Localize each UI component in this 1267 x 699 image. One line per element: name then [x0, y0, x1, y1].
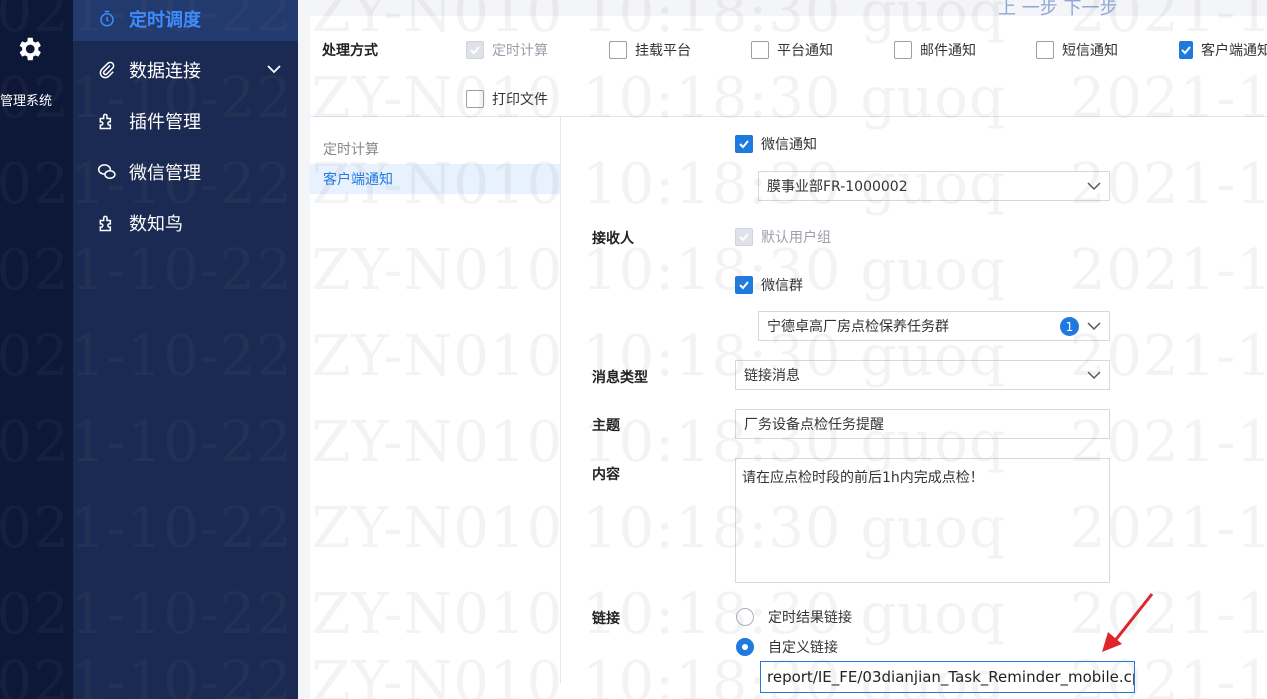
sidebar-item-label: 微信管理 [129, 163, 201, 184]
count-badge: 1 [1060, 317, 1079, 336]
chevron-down-icon[interactable] [266, 61, 282, 77]
subnav-item-timed-calc[interactable]: 定时计算 [310, 134, 560, 164]
checkbox-box [735, 276, 753, 294]
subject-input[interactable]: 厂务设备点检任务提醒 [735, 409, 1110, 439]
sidebar-item-label: 数据连接 [129, 61, 201, 82]
chevron-down-icon [1087, 371, 1101, 380]
checkbox-box [1179, 41, 1193, 59]
sidebar-item-shuzhiniao[interactable]: 数知鸟 [73, 201, 298, 245]
department-select[interactable]: 膜事业部FR-1000002 [758, 171, 1110, 201]
gear-icon[interactable] [14, 34, 44, 64]
sidebar-item-schedule[interactable]: 定时调度 [73, 0, 298, 41]
checkbox-box [735, 135, 753, 153]
puzzle-icon [97, 111, 117, 131]
processing-label: 处理方式 [322, 43, 378, 59]
sidebar-item-label: 定时调度 [129, 10, 201, 31]
wechat-group-select[interactable]: 宁德卓高厂房点检保养任务群 1 [758, 311, 1110, 341]
link-label: 链接 [592, 611, 620, 627]
content-textarea[interactable]: 请在应点检时段的前后1h内完成点检！ [735, 458, 1110, 583]
radio-dot [736, 638, 754, 656]
checkbox-sms-notify[interactable]: 短信通知 [1036, 40, 1118, 60]
checkbox-box [735, 228, 753, 246]
annotation-arrow-icon [1102, 593, 1154, 652]
chevron-down-icon [1087, 182, 1101, 191]
checkbox-print-file[interactable]: 打印文件 [466, 89, 548, 109]
subnav-item-client-notify[interactable]: 客户端通知 [310, 164, 560, 194]
radio-dot [736, 608, 754, 626]
sidebar-item-data-connection[interactable]: 数据连接 [73, 48, 298, 92]
custom-link-input[interactable]: report/IE_FE/03dianjian_Task_Reminder_mo… [760, 661, 1135, 693]
timer-icon [97, 9, 117, 29]
sidebar-item-plugins[interactable]: 插件管理 [73, 99, 298, 143]
checkbox-box [466, 90, 484, 108]
checkbox-box [751, 41, 769, 59]
checkbox-box [466, 41, 484, 59]
chevron-down-icon [1087, 322, 1101, 331]
checkbox-default-group: 默认用户组 [735, 227, 831, 247]
checkbox-wechat-group[interactable]: 微信群 [735, 275, 803, 295]
sidebar-item-wechat[interactable]: 微信管理 [73, 150, 298, 194]
radio-custom-link[interactable]: 自定义链接 [736, 637, 838, 657]
message-type-label: 消息类型 [592, 370, 648, 386]
main-content: 上 一步 下一步 处理方式 定时计算 挂载平台 平台通知 邮件通知 短信通知 客… [298, 0, 1267, 699]
sidebar-item-label: 插件管理 [129, 112, 201, 133]
divider [310, 116, 1267, 117]
checkbox-wechat-notify[interactable]: 微信通知 [735, 134, 817, 154]
app-rail: 管理系统 [0, 0, 73, 699]
radio-result-link[interactable]: 定时结果链接 [736, 607, 852, 627]
checkbox-box [894, 41, 912, 59]
checkbox-client-notify[interactable]: 客户端通知 [1179, 40, 1267, 60]
sidebar: 定时调度 数据连接 插件管理 微信管理 数知鸟 [73, 0, 298, 699]
sidebar-item-label: 数知鸟 [129, 214, 183, 235]
paperclip-icon [97, 60, 117, 80]
checkbox-box [609, 41, 627, 59]
checkbox-email-notify[interactable]: 邮件通知 [894, 40, 976, 60]
content-label: 内容 [592, 467, 620, 483]
receiver-label: 接收人 [592, 231, 634, 247]
checkbox-timed-calc: 定时计算 [466, 40, 548, 60]
message-type-select[interactable]: 链接消息 [735, 360, 1110, 390]
checkbox-mount-platform[interactable]: 挂载平台 [609, 40, 691, 60]
divider [560, 117, 561, 683]
puzzle-icon [97, 213, 117, 233]
checkbox-platform-notify[interactable]: 平台通知 [751, 40, 833, 60]
subject-label: 主题 [592, 418, 620, 434]
app-name: 管理系统 [0, 94, 53, 109]
checkbox-box [1036, 41, 1054, 59]
wechat-icon [97, 162, 117, 182]
